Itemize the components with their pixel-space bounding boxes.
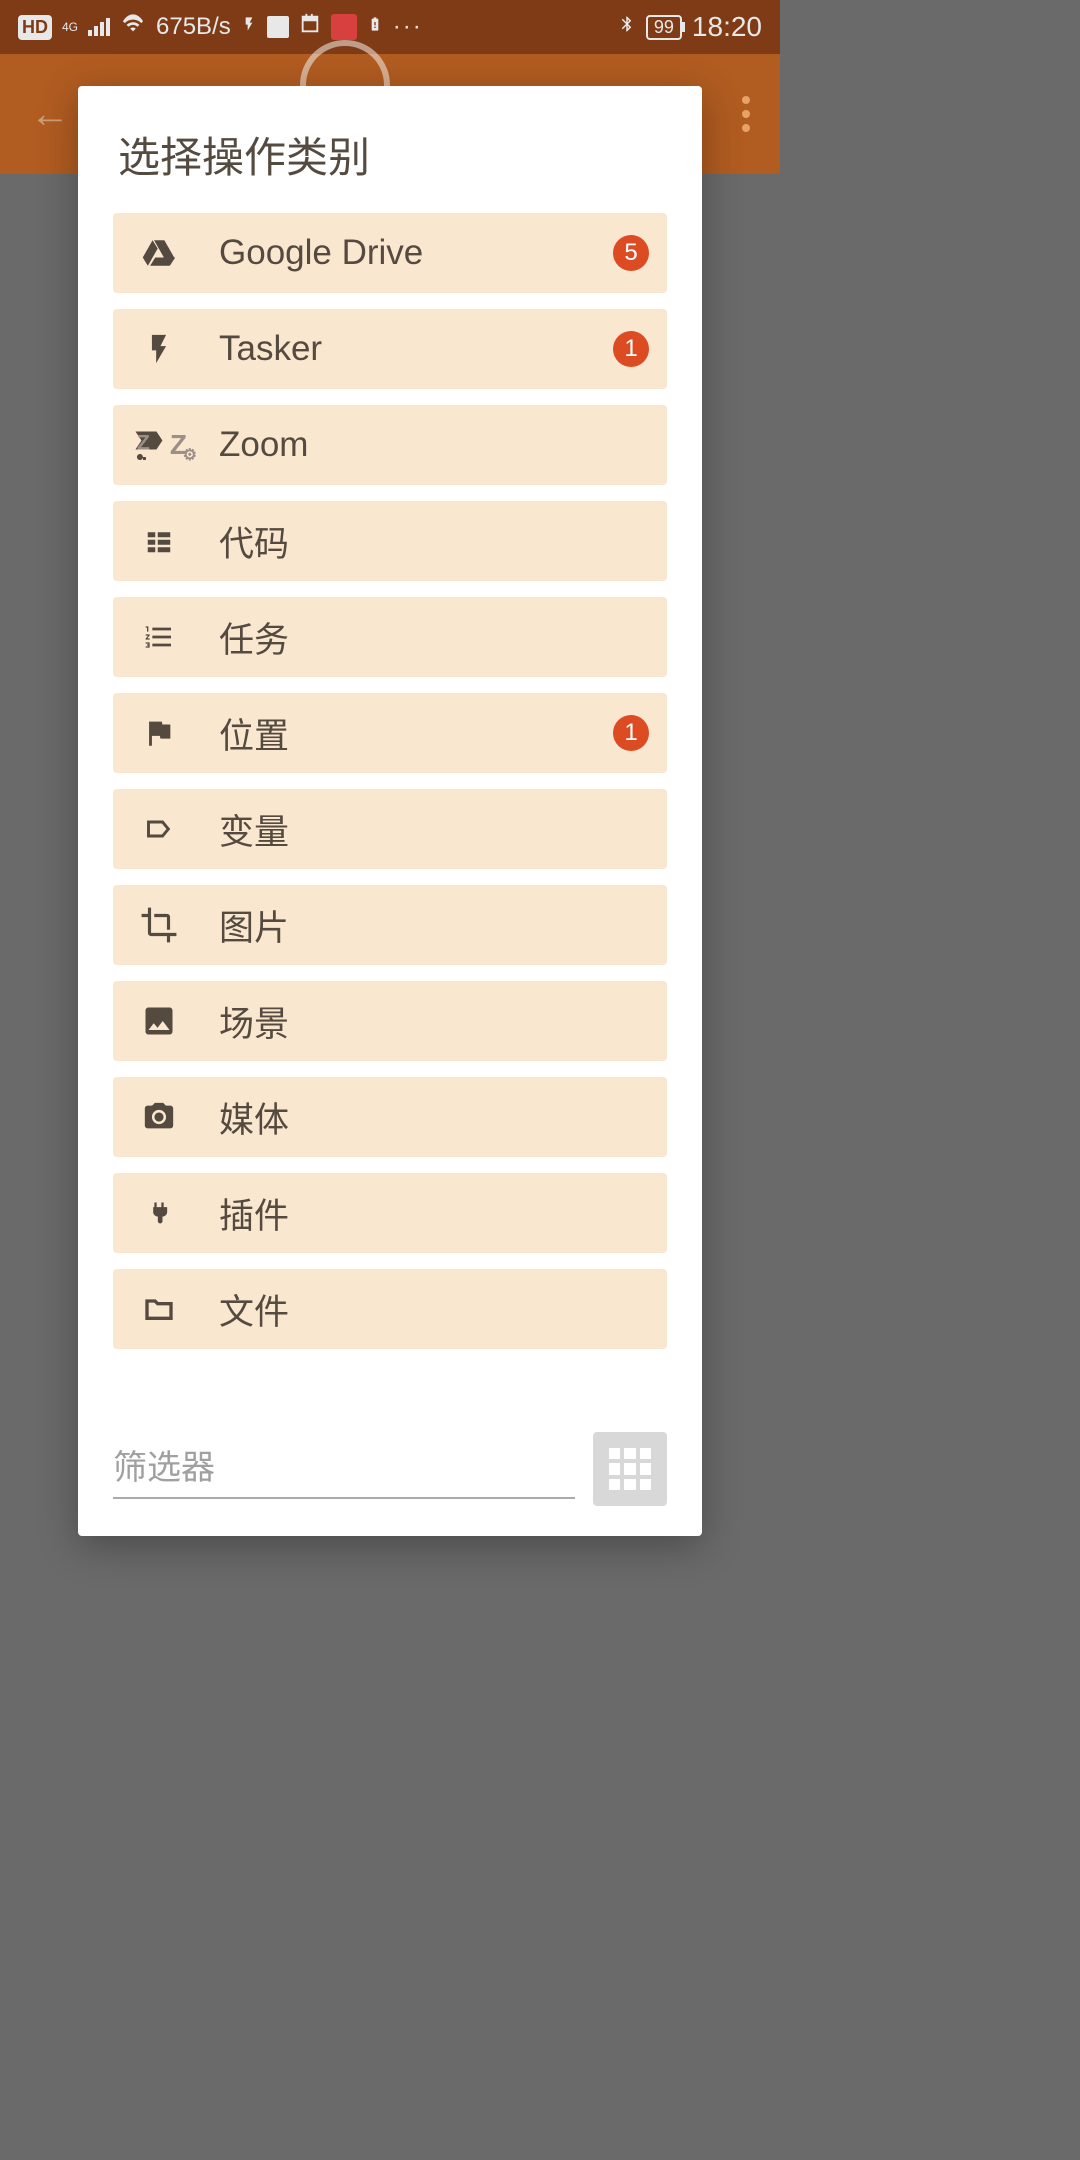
status-right: 99 18:20 [618, 11, 762, 43]
category-zoom[interactable]: Z Z⚙ Zoom [113, 405, 667, 485]
category-label: Zoom [219, 425, 649, 465]
category-variable[interactable]: 变量 [113, 789, 667, 869]
category-media[interactable]: 媒体 [113, 1077, 667, 1157]
category-plugin[interactable]: 插件 [113, 1173, 667, 1253]
dialog-title: 选择操作类别 [78, 86, 702, 213]
battery-warn-icon [367, 12, 383, 43]
picture-icon [131, 1003, 187, 1039]
overflow-menu-button[interactable] [742, 96, 750, 132]
crop-icon [131, 906, 187, 944]
count-badge: 1 [613, 715, 649, 751]
category-label: 场景 [219, 996, 649, 1047]
category-dialog: 选择操作类别 Google Drive 5 Tasker 1 Z Z⚙ Zoom [78, 86, 702, 1536]
category-label: 位置 [219, 708, 613, 759]
charging-icon [241, 13, 257, 42]
time-text: 18:20 [692, 11, 762, 43]
battery-percent-text: 99 [654, 17, 674, 37]
category-label: 代码 [219, 516, 649, 567]
category-location[interactable]: 位置 1 [113, 693, 667, 773]
data-rate-text: 675B/s [156, 13, 231, 41]
status-bar: HD 4G 675B/s ··· 99 18:20 [0, 0, 780, 54]
count-badge: 1 [613, 331, 649, 367]
more-icon: ··· [393, 13, 423, 41]
numbered-list-icon [131, 621, 187, 653]
bluetooth-icon [618, 12, 636, 43]
plug-icon [131, 1193, 187, 1233]
battery-icon: 99 [646, 15, 682, 40]
flag-icon [131, 716, 187, 750]
app-icon-1 [267, 16, 289, 38]
app-icon-2 [299, 13, 321, 42]
category-scene[interactable]: 场景 [113, 981, 667, 1061]
count-badge: 5 [613, 235, 649, 271]
camera-icon [131, 1100, 187, 1134]
wifi-icon [120, 13, 146, 42]
signal-4g-icon: 4G [62, 21, 78, 33]
back-arrow-icon[interactable]: ← [30, 92, 70, 137]
app-icon-3 [331, 14, 357, 40]
category-code[interactable]: 代码 [113, 501, 667, 581]
category-label: Tasker [219, 329, 613, 369]
category-task[interactable]: 任务 [113, 597, 667, 677]
filter-input[interactable] [113, 1439, 575, 1499]
category-label: 插件 [219, 1188, 649, 1239]
svg-text:Z: Z [137, 432, 150, 455]
list-icon [131, 526, 187, 556]
filter-bar [78, 1432, 702, 1536]
status-left: HD 4G 675B/s ··· [18, 12, 423, 43]
signal-strength-icon [88, 18, 110, 36]
category-label: 变量 [219, 804, 649, 855]
lightning-icon [131, 332, 187, 366]
category-label: Google Drive [219, 233, 613, 273]
category-label: 任务 [219, 612, 649, 663]
hd-badge-icon: HD [18, 15, 52, 40]
zoom-icon: Z Z⚙ [131, 427, 187, 463]
drive-icon [131, 235, 187, 271]
category-label: 文件 [219, 1284, 649, 1335]
category-label: 媒体 [219, 1092, 649, 1143]
category-google-drive[interactable]: Google Drive 5 [113, 213, 667, 293]
label-icon [131, 815, 187, 843]
category-image[interactable]: 图片 [113, 885, 667, 965]
category-list: Google Drive 5 Tasker 1 Z Z⚙ Zoom 代码 [78, 213, 702, 1432]
category-tasker[interactable]: Tasker 1 [113, 309, 667, 389]
grid-view-button[interactable] [593, 1432, 667, 1506]
category-file[interactable]: 文件 [113, 1269, 667, 1349]
folder-icon [131, 1293, 187, 1325]
category-label: 图片 [219, 900, 649, 951]
